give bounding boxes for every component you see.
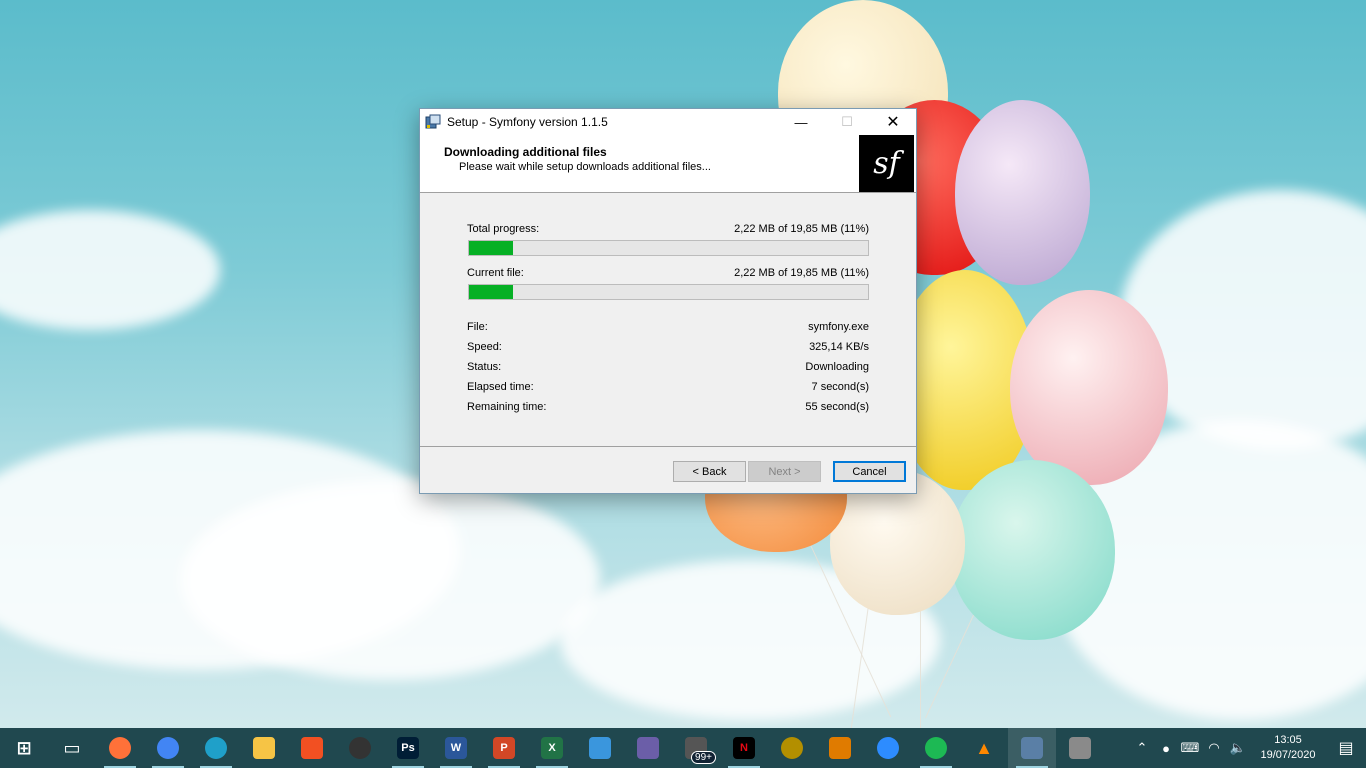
total-progress-fill bbox=[469, 241, 513, 255]
tool-app-glyph bbox=[829, 737, 851, 759]
total-progress-label: Total progress: bbox=[467, 223, 540, 235]
file-explorer-icon[interactable] bbox=[240, 728, 288, 768]
setup-app-glyph bbox=[1021, 737, 1043, 759]
spotify-icon[interactable] bbox=[912, 728, 960, 768]
setup-app-icon[interactable] bbox=[1008, 728, 1056, 768]
system-tray: ⌃ ● ⌨ ◠ 🔈 13:05 19/07/2020 ▤ bbox=[1130, 728, 1366, 768]
detail-label: Elapsed time: bbox=[467, 381, 534, 393]
detail-value: 325,14 KB/s bbox=[809, 341, 869, 353]
volume-icon[interactable]: 🔈 bbox=[1226, 740, 1250, 756]
window-title: Setup - Symfony version 1.1.5 bbox=[447, 115, 608, 129]
total-progress-value: 2,22 MB of 19,85 MB (11%) bbox=[734, 223, 869, 235]
paint-palette-icon[interactable] bbox=[1056, 728, 1104, 768]
zoom-glyph bbox=[877, 737, 899, 759]
snipping-glyph bbox=[589, 737, 611, 759]
setup-window: Setup - Symfony version 1.1.5 — ☐ ✕ Down… bbox=[419, 108, 917, 494]
media-app-glyph bbox=[349, 737, 371, 759]
clock[interactable]: 13:05 19/07/2020 bbox=[1250, 733, 1326, 763]
paint-app-glyph bbox=[637, 737, 659, 759]
wifi-icon[interactable]: ◠ bbox=[1202, 740, 1226, 756]
detail-row: Elapsed time: 7 second(s) bbox=[467, 381, 869, 393]
total-progress-row: Total progress: 2,22 MB of 19,85 MB (11%… bbox=[467, 223, 869, 235]
tool-app-icon[interactable] bbox=[816, 728, 864, 768]
paint-palette-glyph bbox=[1069, 737, 1091, 759]
store-icon[interactable] bbox=[288, 728, 336, 768]
input-method-icon[interactable]: ⌨ bbox=[1178, 740, 1202, 756]
netflix-glyph: N bbox=[733, 737, 755, 759]
detail-row: File: symfony.exe bbox=[467, 321, 869, 333]
excel-glyph: X bbox=[541, 737, 563, 759]
page-subtitle: Please wait while setup downloads additi… bbox=[459, 161, 711, 173]
cancel-button[interactable]: Cancel bbox=[833, 461, 906, 482]
current-file-label: Current file: bbox=[467, 267, 524, 279]
start-icon[interactable]: ⊞ bbox=[0, 728, 48, 768]
edge-glyph bbox=[205, 737, 227, 759]
detail-row: Remaining time: 55 second(s) bbox=[467, 401, 869, 413]
taskbar-pinned-apps: ⊞ ▭ Ps W P X 99+ N ▲ bbox=[0, 728, 1104, 768]
detail-row: Speed: 325,14 KB/s bbox=[467, 341, 869, 353]
notifications-icon[interactable]: ▤ bbox=[1326, 738, 1366, 758]
firefox-glyph bbox=[109, 737, 131, 759]
tray-app-icon[interactable]: ● bbox=[1154, 741, 1178, 756]
page-title: Downloading additional files bbox=[444, 145, 607, 159]
excel-icon[interactable]: X bbox=[528, 728, 576, 768]
netflix-icon[interactable]: N bbox=[720, 728, 768, 768]
current-file-value: 2,22 MB of 19,85 MB (11%) bbox=[734, 267, 869, 279]
start-glyph: ⊞ bbox=[16, 737, 32, 758]
vlc-glyph: ▲ bbox=[975, 737, 993, 758]
chrome-icon[interactable] bbox=[144, 728, 192, 768]
edge-icon[interactable] bbox=[192, 728, 240, 768]
detail-label: Remaining time: bbox=[467, 401, 547, 413]
paint-app-icon[interactable] bbox=[624, 728, 672, 768]
detail-value: 55 second(s) bbox=[805, 401, 869, 413]
minimize-button[interactable]: — bbox=[778, 109, 824, 135]
detail-value: 7 second(s) bbox=[811, 381, 869, 393]
chevron-up-icon[interactable]: ⌃ bbox=[1130, 740, 1154, 756]
maximize-button[interactable]: ☐ bbox=[824, 109, 870, 135]
detail-label: Status: bbox=[467, 361, 502, 373]
taskbar: ⊞ ▭ Ps W P X 99+ N ▲ ⌃ ● ⌨ ◠ 🔈 13:05 19/07/2020 … bbox=[0, 728, 1366, 768]
title-bar[interactable]: Setup - Symfony version 1.1.5 — ☐ ✕ bbox=[420, 109, 916, 135]
wizard-content: Total progress: 2,22 MB of 19,85 MB (11%… bbox=[420, 193, 916, 447]
powerpoint-glyph: P bbox=[493, 737, 515, 759]
wizard-buttons: < Back Next > Cancel bbox=[420, 447, 916, 493]
close-button[interactable]: ✕ bbox=[870, 109, 916, 135]
clock-date: 19/07/2020 bbox=[1260, 749, 1316, 761]
notification-badge: 99+ bbox=[691, 751, 716, 764]
game-icon[interactable] bbox=[768, 728, 816, 768]
word-icon[interactable]: W bbox=[432, 728, 480, 768]
store-glyph bbox=[301, 737, 323, 759]
next-button[interactable]: Next > bbox=[748, 461, 821, 482]
detail-value: Downloading bbox=[805, 361, 869, 373]
snipping-icon[interactable] bbox=[576, 728, 624, 768]
task-view-icon[interactable]: ▭ bbox=[48, 728, 96, 768]
detail-label: File: bbox=[467, 321, 488, 333]
word-glyph: W bbox=[445, 737, 467, 759]
spotify-glyph bbox=[925, 737, 947, 759]
chat-app-icon[interactable]: 99+ bbox=[672, 728, 720, 768]
back-button[interactable]: < Back bbox=[673, 461, 746, 482]
setup-app-icon bbox=[425, 114, 441, 130]
current-file-progress-bar bbox=[468, 284, 869, 300]
current-file-progress-fill bbox=[469, 285, 513, 299]
detail-value: symfony.exe bbox=[808, 321, 869, 333]
symfony-logo: sf bbox=[859, 135, 914, 192]
firefox-icon[interactable] bbox=[96, 728, 144, 768]
chrome-glyph bbox=[157, 737, 179, 759]
zoom-icon[interactable] bbox=[864, 728, 912, 768]
detail-row: Status: Downloading bbox=[467, 361, 869, 373]
current-file-row: Current file: 2,22 MB of 19,85 MB (11%) bbox=[467, 267, 869, 279]
photoshop-glyph: Ps bbox=[397, 737, 419, 759]
photoshop-icon[interactable]: Ps bbox=[384, 728, 432, 768]
media-app-icon[interactable] bbox=[336, 728, 384, 768]
detail-label: Speed: bbox=[467, 341, 502, 353]
powerpoint-icon[interactable]: P bbox=[480, 728, 528, 768]
clock-time: 13:05 bbox=[1274, 734, 1302, 746]
game-glyph bbox=[781, 737, 803, 759]
task-view-glyph: ▭ bbox=[63, 737, 81, 758]
file-explorer-glyph bbox=[253, 737, 275, 759]
wizard-header: Downloading additional files Please wait… bbox=[420, 135, 916, 193]
total-progress-bar bbox=[468, 240, 869, 256]
vlc-icon[interactable]: ▲ bbox=[960, 728, 1008, 768]
